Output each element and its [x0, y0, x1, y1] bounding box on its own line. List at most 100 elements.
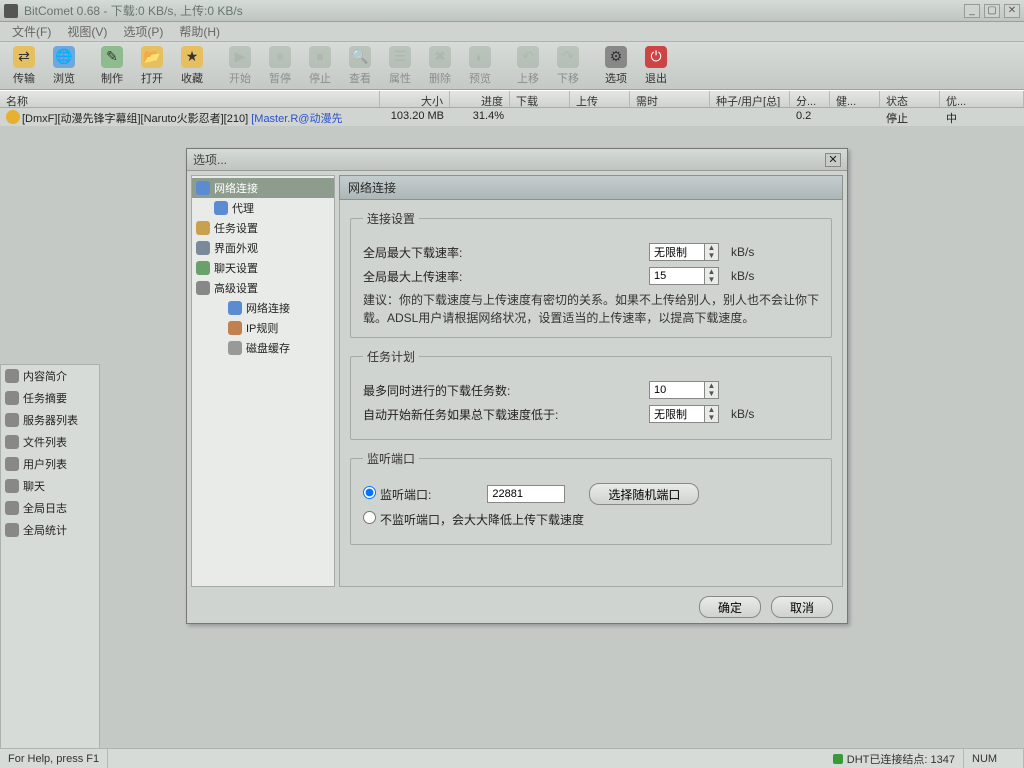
random-port-button[interactable]: 选择随机端口: [589, 483, 699, 505]
spin-max-tasks[interactable]: ▲▼: [649, 381, 719, 399]
tree-adv-disk[interactable]: 磁盘缓存: [192, 338, 334, 358]
col-status[interactable]: 状态: [880, 91, 940, 107]
tb-exit[interactable]: ⏻退出: [636, 44, 676, 88]
minimize-button[interactable]: _: [964, 4, 980, 18]
side-tasks[interactable]: 任务摘要: [1, 387, 99, 409]
cell-share: 0.2: [790, 108, 830, 126]
tree-chat[interactable]: 聊天设置: [192, 258, 334, 278]
side-log[interactable]: 全局日志: [1, 497, 99, 519]
side-chat[interactable]: 聊天: [1, 475, 99, 497]
tb-preview[interactable]: ◐预览: [460, 44, 500, 88]
stats-icon: [5, 523, 19, 537]
up-icon: ↶: [517, 46, 539, 68]
spin-max-ul[interactable]: ▲▼: [649, 267, 719, 285]
stop-icon: ⏹: [309, 46, 331, 68]
side-summary[interactable]: 内容简介: [1, 365, 99, 387]
dialog-footer: 确定 取消: [187, 591, 847, 623]
side-servers[interactable]: 服务器列表: [1, 409, 99, 431]
tb-start[interactable]: ▶开始: [220, 44, 260, 88]
fav-icon: ★: [181, 46, 203, 68]
col-name[interactable]: 名称: [0, 91, 380, 107]
tb-opts[interactable]: ⚙选项: [596, 44, 636, 88]
unit-kbs: kB/s: [731, 245, 754, 259]
input-port[interactable]: [487, 485, 565, 503]
col-size[interactable]: 大小: [380, 91, 450, 107]
col-download[interactable]: 下载: [510, 91, 570, 107]
col-share[interactable]: 分...: [790, 91, 830, 107]
tb-down[interactable]: ↷下移: [548, 44, 588, 88]
side-users[interactable]: 用户列表: [1, 453, 99, 475]
proxy-icon: [214, 201, 228, 215]
panel-title: 网络连接: [339, 175, 843, 200]
tree-adv-ip[interactable]: IP规则: [192, 318, 334, 338]
dialog-title: 选项...: [193, 151, 825, 168]
col-seed[interactable]: 种子/用户[总]: [710, 91, 790, 107]
info-panel: 内容简介 任务摘要 服务器列表 文件列表 用户列表 聊天 全局日志 全局统计: [0, 364, 100, 768]
tree-advanced[interactable]: 高级设置: [192, 278, 334, 298]
cell-time: [630, 108, 710, 126]
cell-dl: [510, 108, 570, 126]
task-link[interactable]: [Master.R@动漫先: [251, 113, 342, 125]
play-icon: ▶: [229, 46, 251, 68]
menu-options[interactable]: 选项(P): [117, 23, 169, 40]
monitor-icon: [196, 241, 210, 255]
chat-icon: [196, 261, 210, 275]
col-priority[interactable]: 优...: [940, 91, 1024, 107]
tb-transfer[interactable]: ⇄传输: [4, 44, 44, 88]
task-row[interactable]: [DmxF][动漫先锋字幕组][Naruto火影忍者][210] [Master…: [0, 108, 1024, 126]
task-icon: [196, 221, 210, 235]
col-time[interactable]: 需时: [630, 91, 710, 107]
col-health[interactable]: 健...: [830, 91, 880, 107]
tb-make[interactable]: ✎制作: [92, 44, 132, 88]
legend-connection: 连接设置: [363, 210, 419, 227]
tree-ui[interactable]: 界面外观: [192, 238, 334, 258]
menu-file[interactable]: 文件(F): [6, 23, 57, 40]
lbl-max-ul: 全局最大上传速率:: [363, 268, 643, 285]
search-icon: 🔍: [349, 46, 371, 68]
tree-network[interactable]: 网络连接: [192, 178, 334, 198]
tb-search[interactable]: 🔍查看: [340, 44, 380, 88]
tree-adv-net[interactable]: 网络连接: [192, 298, 334, 318]
tb-open[interactable]: 📂打开: [132, 44, 172, 88]
spin-auto-start[interactable]: ▲▼: [649, 405, 719, 423]
input-max-tasks[interactable]: [649, 381, 705, 399]
side-stats[interactable]: 全局统计: [1, 519, 99, 541]
tb-up[interactable]: ↶上移: [508, 44, 548, 88]
tb-delete[interactable]: ✖删除: [420, 44, 460, 88]
tb-stop[interactable]: ⏹停止: [300, 44, 340, 88]
tb-pause[interactable]: ⏸暂停: [260, 44, 300, 88]
hint-connection: 建议：你的下载速度与上传速度有密切的关系。如果不上传给别人，别人也不会让你下载。…: [363, 291, 819, 327]
side-files[interactable]: 文件列表: [1, 431, 99, 453]
tree-proxy[interactable]: 代理: [192, 198, 334, 218]
unit-kbs: kB/s: [731, 407, 754, 421]
tb-fav[interactable]: ★收藏: [172, 44, 212, 88]
task-name: [DmxF][动漫先锋字幕组][Naruto火影忍者][210]: [22, 113, 248, 125]
options-tree: 网络连接 代理 任务设置 界面外观 聊天设置 高级设置 网络连接 IP规则 磁盘…: [191, 175, 335, 587]
radio-listen[interactable]: 监听端口:: [363, 486, 431, 503]
cell-status: 停止: [880, 108, 940, 126]
radio-nolisten[interactable]: 不监听端口，会大大降低上传下载速度: [363, 511, 584, 528]
cancel-button[interactable]: 取消: [771, 596, 833, 618]
input-max-ul[interactable]: [649, 267, 705, 285]
menu-help[interactable]: 帮助(H): [173, 23, 226, 40]
dialog-titlebar[interactable]: 选项... ✕: [187, 149, 847, 171]
menu-view[interactable]: 视图(V): [61, 23, 113, 40]
col-progress[interactable]: 进度: [450, 91, 510, 107]
pause-icon: ⏸: [269, 46, 291, 68]
input-auto-start[interactable]: [649, 405, 705, 423]
ok-button[interactable]: 确定: [699, 596, 761, 618]
input-max-dl[interactable]: [649, 243, 705, 261]
legend-plan: 任务计划: [363, 348, 419, 365]
file-icon: [5, 435, 19, 449]
dialog-close-button[interactable]: ✕: [825, 153, 841, 167]
tb-browse[interactable]: 🌐浏览: [44, 44, 84, 88]
maximize-button[interactable]: ▢: [984, 4, 1000, 18]
spin-max-dl[interactable]: ▲▼: [649, 243, 719, 261]
col-upload[interactable]: 上传: [570, 91, 630, 107]
tb-props[interactable]: ☰属性: [380, 44, 420, 88]
tree-task[interactable]: 任务设置: [192, 218, 334, 238]
disk-icon: [228, 341, 242, 355]
server-icon: [5, 413, 19, 427]
close-button[interactable]: ✕: [1004, 4, 1020, 18]
lbl-max-tasks: 最多同时进行的下载任务数:: [363, 382, 643, 399]
